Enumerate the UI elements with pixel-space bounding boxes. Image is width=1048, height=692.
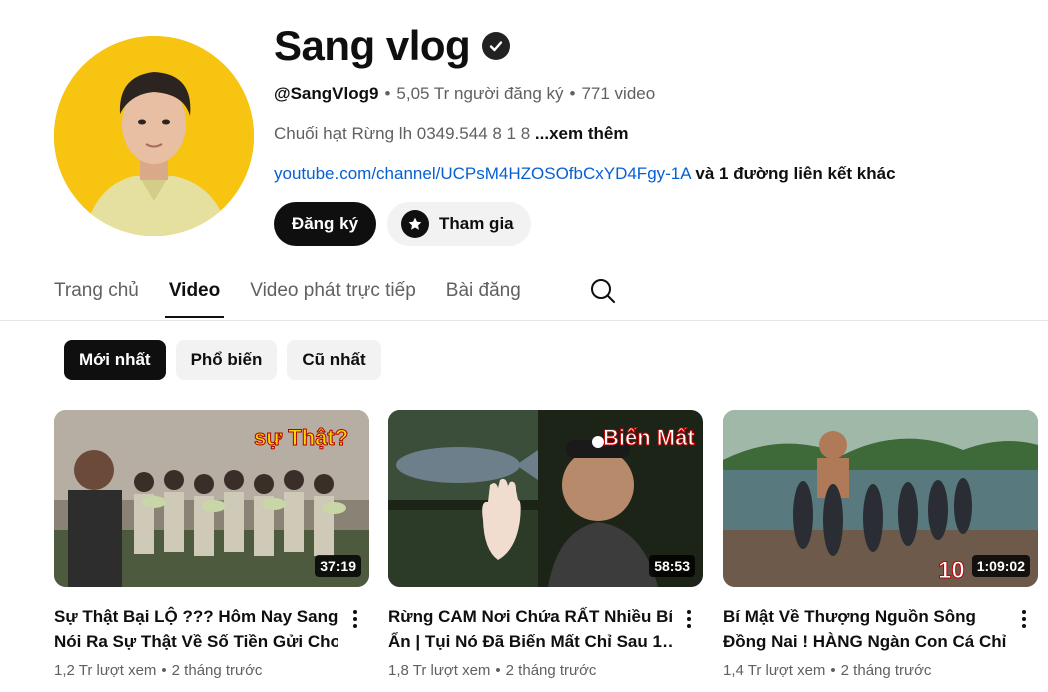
video-title-line: Nói Ra Sự Thật Về Số Tiền Gửi Cho… [54, 632, 338, 651]
channel-handle: @SangVlog9 [274, 84, 379, 103]
channel-avatar [54, 36, 254, 236]
video-title-line: Bí Mật Về Thượng Nguồn Sông [723, 607, 976, 626]
tab-posts[interactable]: Bài đăng [446, 270, 521, 320]
video-thumbnail[interactable]: sự Thật? 37:19 [54, 410, 369, 587]
video-thumbnail[interactable]: Biến Mất 58:53 [388, 410, 703, 587]
video-duration: 58:53 [649, 555, 695, 577]
channel-description[interactable]: Chuối hạt Rừng lh 0349.544 8 1 8 ...xem … [274, 124, 628, 144]
thumbnail-text: sự Thật? [254, 425, 348, 450]
video-title[interactable]: Rừng CAM Nơi Chứa RẤT Nhiều Bí Ẩn | Tụi … [388, 604, 672, 654]
thumbnail-text: Biến Mất [603, 425, 695, 450]
see-more-link[interactable]: ...xem thêm [535, 124, 629, 143]
join-label: Tham gia [439, 214, 514, 233]
channel-name-row: Sang vlog [274, 22, 511, 70]
video-meta: 1,2 Tr lượt xem • 2 tháng trước [54, 662, 369, 679]
subscriber-count: 5,05 Tr người đăng ký [396, 84, 564, 103]
star-icon [401, 210, 429, 238]
description-text: Chuối hạt Rừng lh 0349.544 8 1 8 [274, 124, 531, 143]
search-icon[interactable] [588, 276, 618, 306]
video-title-line: Sự Thật Bại LỘ ??? Hôm Nay Sang [54, 607, 338, 626]
view-count: 1,4 Tr lượt xem [723, 662, 826, 679]
upload-age: 2 tháng trước [171, 662, 263, 679]
chip-newest[interactable]: Mới nhất [64, 340, 166, 380]
video-title-line: Rừng CAM Nơi Chứa RẤT Nhiều Bí [388, 607, 672, 626]
video-meta: 1,4 Tr lượt xem • 2 tháng trước [723, 662, 1038, 679]
separator-dot: • [830, 662, 836, 679]
channel-tabs: Trang chủ Video Video phát trực tiếp Bài… [54, 270, 551, 320]
separator-dot: • [384, 84, 391, 103]
video-meta: 1,8 Tr lượt xem • 2 tháng trước [388, 662, 703, 679]
video-thumbnail[interactable]: 10 1:09:02 [723, 410, 1038, 587]
tab-home[interactable]: Trang chủ [54, 270, 139, 320]
tab-live[interactable]: Video phát trực tiếp [250, 270, 416, 320]
sort-chips: Mới nhất Phổ biến Cũ nhất [64, 340, 381, 380]
video-title[interactable]: Sự Thật Bại LỘ ??? Hôm Nay Sang Nói Ra S… [54, 604, 338, 654]
verified-icon [482, 32, 511, 60]
separator-dot: • [569, 84, 576, 103]
join-button[interactable]: Tham gia [387, 202, 531, 246]
channel-links: youtube.com/channel/UCPsM4HZOSOfbCxYD4Fg… [274, 164, 896, 184]
chip-oldest[interactable]: Cũ nhất [287, 340, 381, 380]
video-card[interactable]: sự Thật? 37:19 Sự Thật Bại LỘ ??? Hôm Na… [54, 410, 369, 679]
channel-name: Sang vlog [274, 22, 471, 69]
subscribe-button[interactable]: Đăng ký [274, 202, 376, 246]
upload-age: 2 tháng trước [505, 662, 597, 679]
view-count: 1,2 Tr lượt xem [54, 662, 157, 679]
video-duration: 37:19 [315, 555, 361, 577]
video-title-line: Đồng Nai ! HÀNG Ngàn Con Cá Chỉ… [723, 632, 1007, 651]
chip-popular[interactable]: Phổ biến [175, 340, 278, 380]
video-card[interactable]: 10 1:09:02 Bí Mật Về Thượng Nguồn Sông Đ… [723, 410, 1038, 679]
video-title-line: Ẩn | Tụi Nó Đã Biến Mất Chỉ Sau 1… [388, 632, 672, 651]
separator-dot: • [495, 662, 501, 679]
more-options-icon[interactable] [343, 605, 367, 633]
more-options-icon[interactable] [1012, 605, 1036, 633]
tabs-divider [0, 320, 1048, 321]
channel-meta: @SangVlog9 • 5,05 Tr người đăng ký • 771 vid… [274, 84, 655, 104]
separator-dot: • [161, 662, 167, 679]
video-card[interactable]: Biến Mất 58:53 Rừng CAM Nơi Chứa RẤT Nhi… [388, 410, 703, 679]
more-options-icon[interactable] [677, 605, 701, 633]
video-count: 771 video [581, 84, 656, 103]
video-title[interactable]: Bí Mật Về Thượng Nguồn Sông Đồng Nai ! H… [723, 604, 1007, 654]
channel-url-link[interactable]: youtube.com/channel/UCPsM4HZOSOfbCxYD4Fg… [274, 164, 691, 183]
view-count: 1,8 Tr lượt xem [388, 662, 491, 679]
tab-videos[interactable]: Video [164, 270, 225, 320]
upload-age: 2 tháng trước [840, 662, 932, 679]
video-duration: 1:09:02 [971, 555, 1030, 577]
thumbnail-text: 10 [938, 557, 965, 584]
subscribe-label: Đăng ký [291, 214, 359, 233]
more-links-link[interactable]: và 1 đường liên kết khác [695, 164, 895, 183]
